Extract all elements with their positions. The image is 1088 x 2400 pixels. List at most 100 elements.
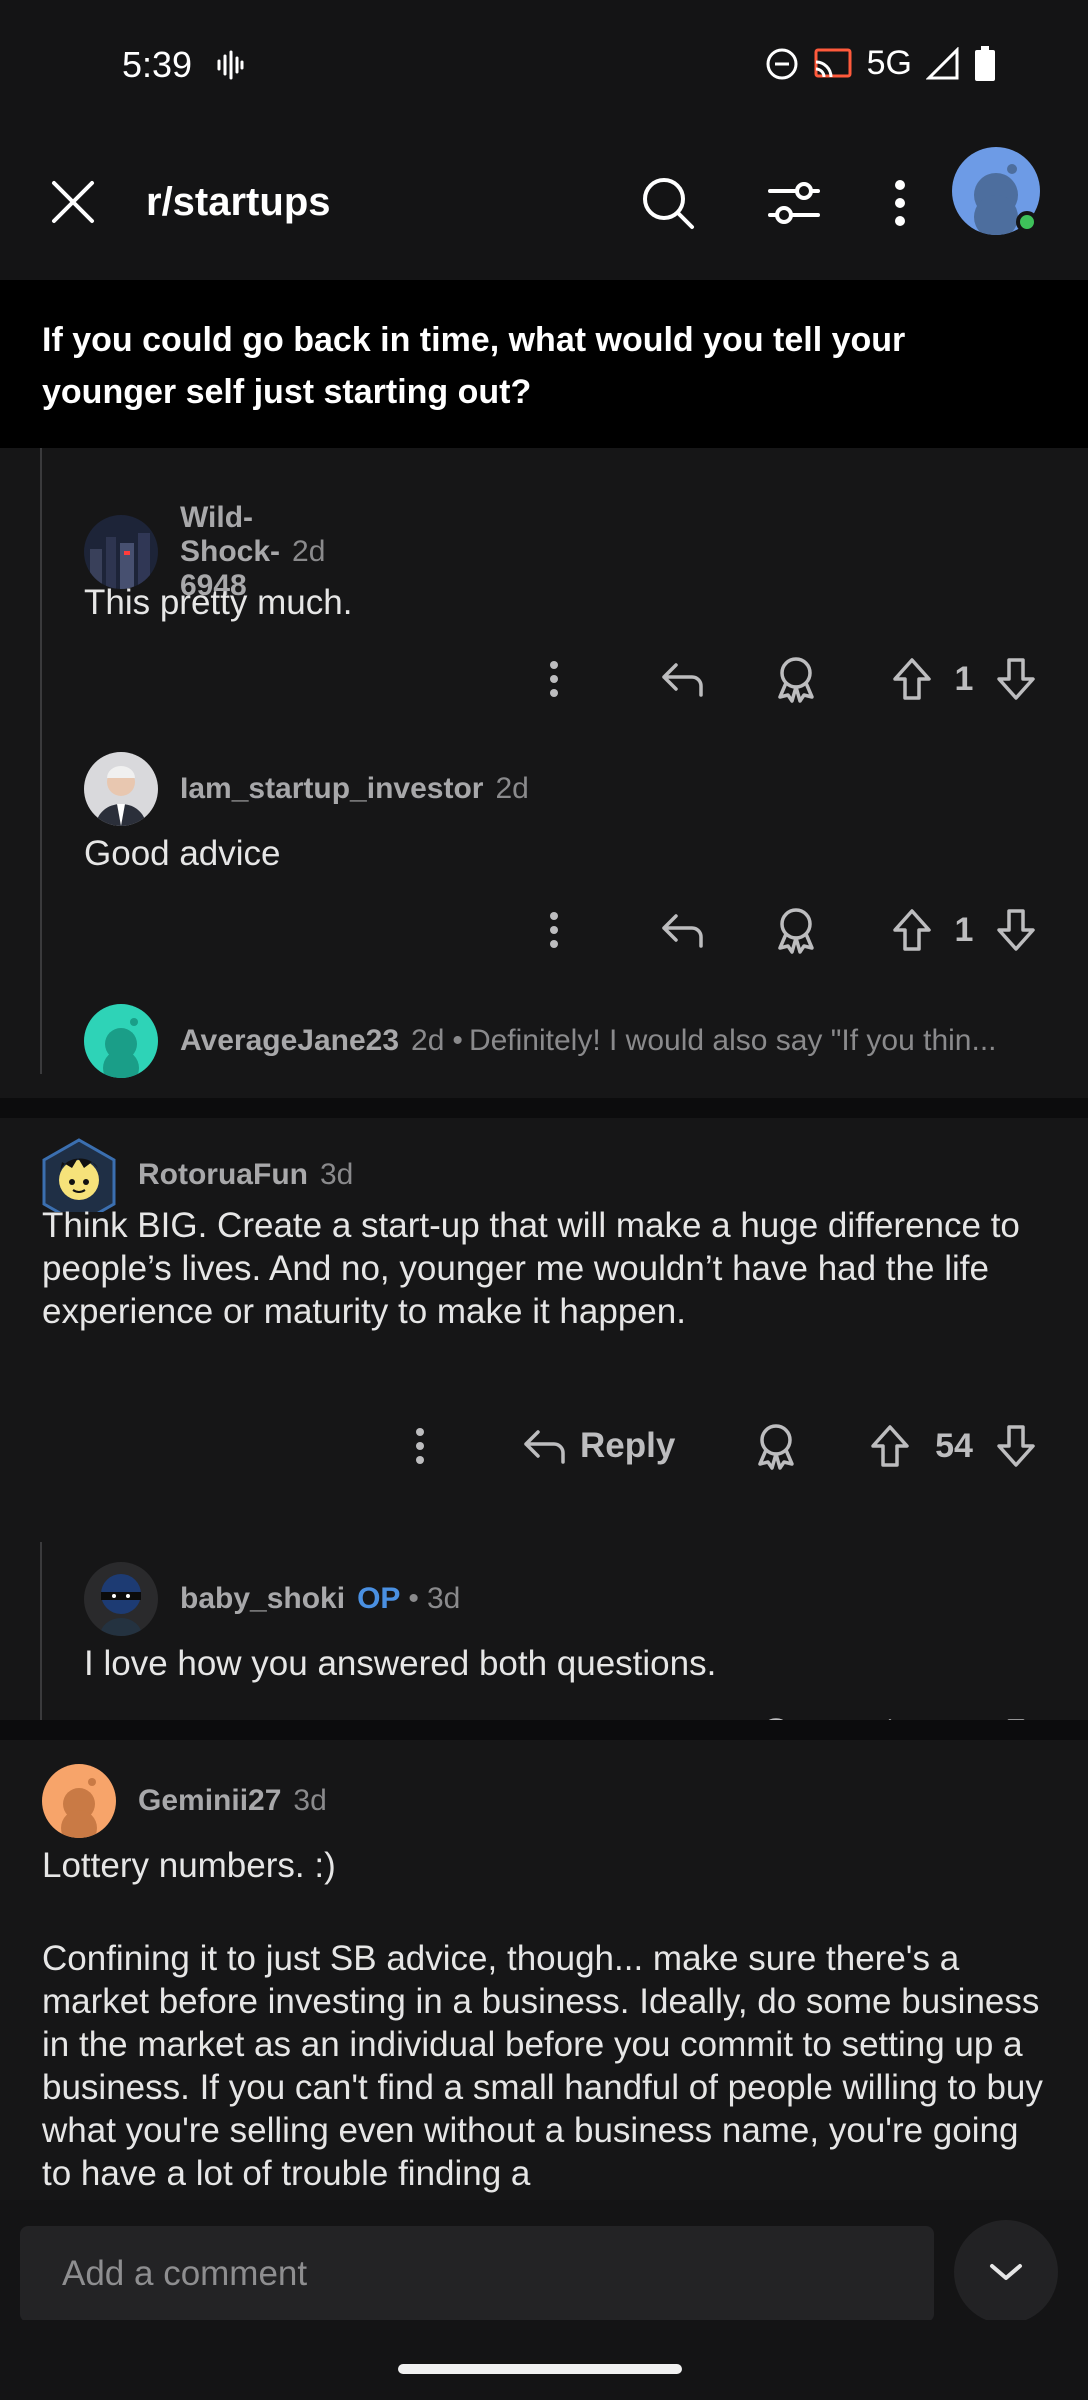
character-avatar-icon xyxy=(42,1138,116,1212)
city-night-avatar-icon xyxy=(84,515,158,589)
comment-more-button[interactable] xyxy=(534,900,574,960)
comment-more-button[interactable] xyxy=(400,1416,440,1476)
award-icon xyxy=(778,657,814,703)
upvote-button[interactable] xyxy=(866,1416,914,1476)
avatar[interactable] xyxy=(84,515,158,589)
comment-header: Geminii27 3d xyxy=(42,1764,327,1838)
network-type: 5G xyxy=(866,44,912,82)
search-icon[interactable] xyxy=(640,175,696,231)
comment-username[interactable]: AverageJane23 xyxy=(180,1024,399,1058)
reply-label: Reply xyxy=(580,1426,676,1465)
vote-count: 54 xyxy=(935,1426,973,1465)
comment-header: RotoruaFun 3d xyxy=(42,1138,353,1212)
vote-score: 1 xyxy=(944,900,984,960)
avatar[interactable] xyxy=(42,1138,116,1212)
vote-score: 1 xyxy=(944,649,984,709)
comment-age: 2d xyxy=(411,1024,445,1057)
comment-age: 3d xyxy=(293,1784,327,1817)
comments-list: Wild-Shock-6948 2d This pretty much. 1 I… xyxy=(0,448,1088,2220)
reply-button[interactable] xyxy=(654,900,710,960)
battery-icon xyxy=(975,45,995,81)
reply-icon xyxy=(524,1430,565,1464)
upvote-icon xyxy=(871,1425,909,1467)
separator-dot: • xyxy=(452,1024,463,1057)
comment-actions: 1 xyxy=(0,900,1088,960)
more-options-icon[interactable] xyxy=(880,173,920,233)
snoo-avatar-icon xyxy=(103,1018,139,1078)
downvote-button[interactable] xyxy=(992,900,1040,960)
reply-button[interactable] xyxy=(654,649,710,709)
comment-username[interactable]: Iam_startup_investor xyxy=(180,772,483,806)
reply-icon xyxy=(662,663,703,697)
more-options-icon xyxy=(416,1428,424,1464)
thread-line xyxy=(40,448,42,1074)
downvote-icon xyxy=(997,658,1035,700)
downvote-icon xyxy=(997,1425,1035,1467)
comment-body-paragraph: Confining it to just SB advice, though..… xyxy=(42,1939,1043,2193)
avatar[interactable] xyxy=(42,1764,116,1838)
vote-count: 1 xyxy=(954,910,974,949)
cast-icon xyxy=(814,48,852,77)
comment-more-button[interactable] xyxy=(534,649,574,709)
signal-icon xyxy=(926,46,959,79)
status-bar: 5:39 5G xyxy=(0,0,1088,135)
downvote-button[interactable] xyxy=(992,1416,1040,1476)
avatar[interactable] xyxy=(84,1004,158,1078)
voice-activity-icon xyxy=(217,50,244,80)
thread-separator xyxy=(0,1098,1088,1118)
upvote-icon xyxy=(893,658,931,700)
vote-count: 1 xyxy=(954,659,974,698)
comment-header: Iam_startup_investor 2d xyxy=(84,752,529,826)
do-not-disturb-icon xyxy=(766,48,798,79)
post-title[interactable]: If you could go back in time, what would… xyxy=(0,280,1088,448)
home-indicator[interactable] xyxy=(398,2364,682,2374)
comment-body-line: Lottery numbers. :) xyxy=(42,1846,336,1885)
sort-filter-icon[interactable] xyxy=(766,175,822,231)
reply-icon xyxy=(662,914,703,948)
upvote-icon xyxy=(893,909,931,951)
comment-thread: Geminii27 3d Lottery numbers. :) Confini… xyxy=(0,1740,1088,2220)
separator-dot: • xyxy=(408,1582,419,1615)
award-button[interactable] xyxy=(752,1416,800,1476)
close-icon[interactable] xyxy=(46,175,100,229)
system-navigation-bar xyxy=(0,2320,1088,2400)
comment-body: Good advice xyxy=(84,834,281,873)
comment-composer-bar: Add a comment xyxy=(0,2200,1088,2324)
comment-username[interactable]: baby_shoki xyxy=(180,1582,345,1616)
comment-actions: 1 xyxy=(0,649,1088,709)
award-icon xyxy=(758,1424,794,1470)
comment-age: 3d xyxy=(426,1582,461,1615)
comment-username[interactable]: RotoruaFun xyxy=(138,1158,308,1192)
comment-username[interactable]: Geminii27 xyxy=(138,1784,281,1818)
upvote-button[interactable] xyxy=(888,900,936,960)
upvote-button[interactable] xyxy=(888,649,936,709)
comment-actions: Reply 54 xyxy=(0,1416,1088,1476)
comment-age: 2d xyxy=(292,535,326,568)
op-badge: OP xyxy=(357,1582,401,1615)
comment-body: I love how you answered both questions. xyxy=(84,1644,717,1683)
comment-preview: Definitely! I would also say "If you thi… xyxy=(468,1024,997,1057)
reply-button[interactable]: Reply xyxy=(522,1416,684,1476)
more-options-icon xyxy=(550,661,558,697)
comment-header: AverageJane23 2d • Definitely! I would a… xyxy=(84,1004,1029,1078)
award-button[interactable] xyxy=(772,649,820,709)
vote-score: 54 xyxy=(926,1416,982,1476)
avatar[interactable] xyxy=(84,1562,158,1636)
comment-thread: Wild-Shock-6948 2d This pretty much. 1 I… xyxy=(0,448,1088,1098)
status-icons: 5G xyxy=(765,44,996,83)
app-bar: r/startups xyxy=(0,135,1088,280)
award-button[interactable] xyxy=(772,900,820,960)
comment-header: baby_shoki OP • 3d xyxy=(84,1562,460,1636)
downvote-button[interactable] xyxy=(992,649,1040,709)
status-time: 5:39 xyxy=(122,44,193,85)
subreddit-title[interactable]: r/startups xyxy=(146,180,331,225)
avatar[interactable] xyxy=(84,752,158,826)
portrait-avatar-icon xyxy=(84,752,158,826)
more-options-icon xyxy=(550,912,558,948)
comment-body: This pretty much. xyxy=(84,583,353,622)
snoo-avatar-icon xyxy=(61,1778,97,1838)
add-comment-input[interactable]: Add a comment xyxy=(20,2226,934,2322)
comment-age: 3d xyxy=(319,1158,354,1191)
collapse-button[interactable] xyxy=(954,2220,1058,2324)
comment-age: 2d xyxy=(495,772,529,805)
